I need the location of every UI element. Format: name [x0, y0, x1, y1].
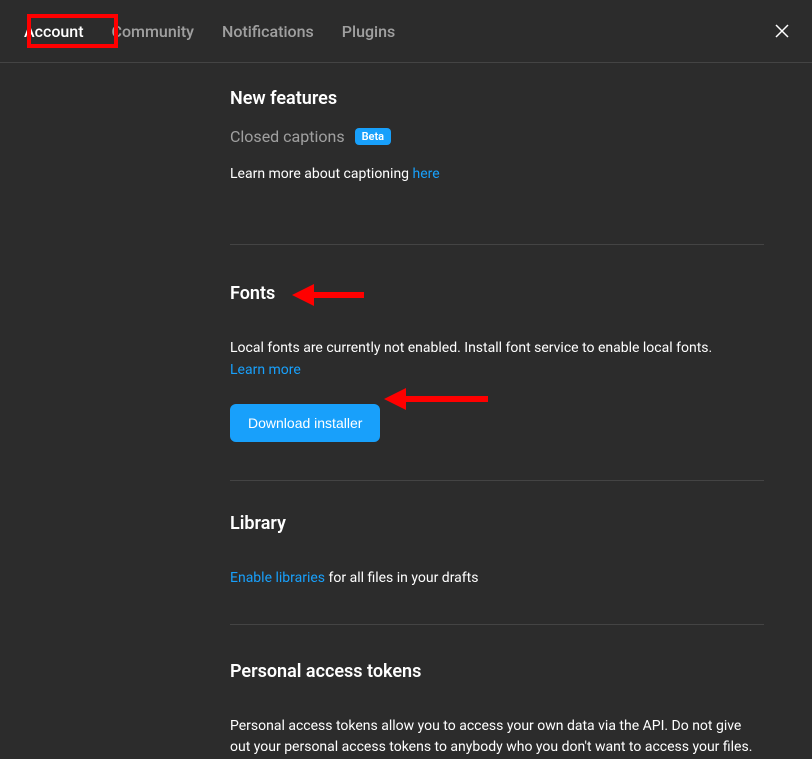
- section-title-tokens: Personal access tokens: [230, 661, 764, 682]
- close-button[interactable]: [766, 15, 798, 47]
- fonts-learn-more-link[interactable]: Learn more: [230, 362, 301, 378]
- enable-libraries-link[interactable]: Enable libraries: [230, 570, 325, 586]
- close-icon: [774, 23, 790, 39]
- closed-captions-label: Closed captions: [230, 127, 345, 146]
- fonts-description: Local fonts are currently not enabled. I…: [230, 338, 764, 360]
- beta-badge: Beta: [355, 128, 392, 145]
- captioning-learn-prefix: Learn more about captioning: [230, 166, 413, 182]
- section-title-fonts: Fonts: [230, 283, 764, 304]
- settings-tabs: Account Community Notifications Plugins: [24, 22, 766, 41]
- tab-community[interactable]: Community: [112, 22, 194, 41]
- download-installer-button[interactable]: Download installer: [230, 404, 380, 442]
- tab-plugins[interactable]: Plugins: [342, 22, 395, 41]
- section-title-library: Library: [230, 513, 764, 534]
- library-row: Enable libraries for all files in your d…: [230, 568, 764, 590]
- closed-captions-row: Closed captions Beta: [230, 127, 764, 146]
- settings-content: New features Closed captions Beta Learn …: [0, 63, 812, 759]
- tokens-description: Personal access tokens allow you to acce…: [230, 716, 764, 759]
- tab-account[interactable]: Account: [24, 22, 84, 41]
- divider: [230, 480, 764, 481]
- section-title-new-features: New features: [230, 88, 764, 109]
- tab-notifications[interactable]: Notifications: [222, 22, 314, 41]
- captioning-here-link[interactable]: here: [413, 166, 440, 182]
- library-suffix: for all files in your drafts: [325, 570, 478, 586]
- divider: [230, 244, 764, 245]
- divider: [230, 624, 764, 625]
- captioning-learn-text: Learn more about captioning here: [230, 164, 764, 186]
